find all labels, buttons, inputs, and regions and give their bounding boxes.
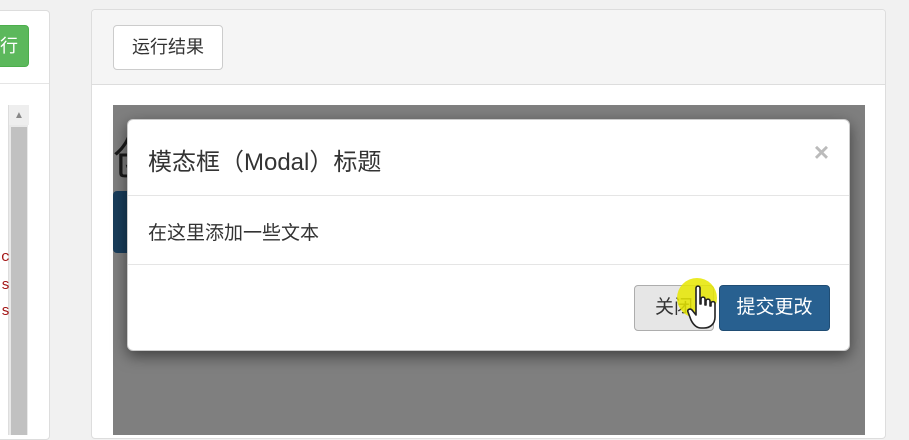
modal-body-text: 在这里添加一些文本 <box>148 223 320 244</box>
run-button[interactable]: 行 <box>0 25 29 67</box>
scroll-up-arrow-icon[interactable]: ▲ <box>9 105 29 125</box>
editor-panel: 行 ▲ c s s <box>0 10 50 440</box>
scroll-thumb[interactable] <box>11 127 27 435</box>
hand-pointer-icon <box>687 285 716 329</box>
code-fragment: s <box>1 277 11 294</box>
result-panel-header: 运行结果 <box>92 10 885 85</box>
editor-scrollbar[interactable]: ▲ <box>8 105 29 435</box>
modal-header: 模态框（Modal）标题 × <box>128 120 849 196</box>
modal-title: 模态框（Modal）标题 <box>148 149 382 176</box>
close-icon[interactable]: × <box>814 138 829 166</box>
modal-dialog: 模态框（Modal）标题 × 在这里添加一些文本 关闭 提交更改 <box>127 119 850 351</box>
code-fragment: s <box>1 303 11 320</box>
run-result-button[interactable]: 运行结果 <box>113 25 223 70</box>
modal-body: 在这里添加一些文本 <box>128 196 849 265</box>
code-fragment: c <box>1 249 11 266</box>
panel-divider <box>0 83 49 84</box>
submit-changes-button[interactable]: 提交更改 <box>719 285 830 331</box>
